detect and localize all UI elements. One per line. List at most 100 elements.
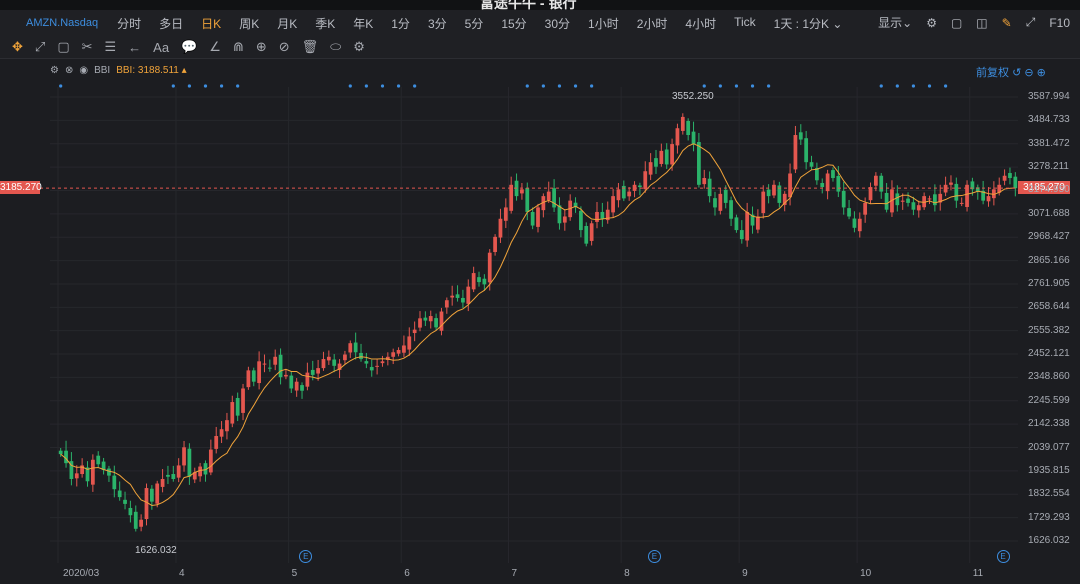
candle-body bbox=[831, 170, 835, 179]
candle-body bbox=[343, 354, 347, 361]
signal-dot bbox=[236, 84, 240, 88]
candle-body bbox=[847, 208, 851, 217]
candle-body bbox=[123, 499, 127, 504]
candle-body bbox=[943, 184, 948, 193]
y-tick-label: 2142.338 bbox=[1028, 418, 1070, 430]
candle-body bbox=[788, 173, 792, 198]
candle-body bbox=[375, 365, 379, 367]
candle-body bbox=[702, 178, 707, 185]
candle-body bbox=[718, 193, 723, 211]
signal-dot bbox=[943, 84, 948, 88]
candle-body bbox=[595, 211, 599, 222]
candle-body bbox=[160, 478, 165, 487]
x-tick-label: 2020/03 bbox=[63, 568, 100, 579]
candle-body bbox=[664, 149, 669, 165]
candle-body bbox=[680, 116, 685, 131]
candle-body bbox=[166, 474, 170, 477]
x-tick-label: 11 bbox=[972, 568, 984, 579]
candle-body bbox=[793, 135, 798, 170]
candle-body bbox=[246, 370, 251, 388]
candle-body bbox=[874, 175, 878, 186]
candle-body bbox=[171, 474, 176, 479]
candle-body bbox=[659, 150, 664, 164]
candle-body bbox=[439, 311, 444, 331]
y-tick-label: 1729.293 bbox=[1028, 511, 1070, 523]
signal-dot bbox=[702, 84, 706, 88]
candle-body bbox=[546, 191, 551, 201]
candle-body bbox=[348, 343, 353, 353]
y-tick-label: 3381.472 bbox=[1028, 137, 1070, 149]
candle-body bbox=[579, 210, 583, 231]
y-tick-label: 3174.950 bbox=[1028, 184, 1070, 196]
candle-body bbox=[423, 317, 428, 321]
signal-dot bbox=[927, 84, 932, 88]
signal-dot bbox=[879, 84, 883, 88]
signal-dot bbox=[590, 84, 594, 88]
earnings-marker-icon[interactable]: E bbox=[996, 550, 1010, 563]
candle-body bbox=[820, 182, 825, 188]
candlestick-chart[interactable] bbox=[0, 0, 1080, 584]
candle-body bbox=[251, 370, 256, 382]
candle-body bbox=[493, 236, 497, 253]
candle-body bbox=[895, 193, 900, 206]
signal-dot bbox=[911, 84, 916, 88]
y-tick-label: 3484.733 bbox=[1028, 114, 1070, 126]
candle-body bbox=[520, 189, 524, 194]
candle-body bbox=[503, 207, 508, 221]
candle-body bbox=[326, 356, 331, 361]
candle-body bbox=[643, 171, 648, 190]
candle-body bbox=[241, 388, 245, 413]
candle-body bbox=[402, 345, 406, 353]
candle-body bbox=[509, 184, 514, 211]
candle-body bbox=[734, 217, 739, 231]
candle-body bbox=[332, 359, 337, 366]
candle-body bbox=[852, 218, 857, 228]
candle-body bbox=[756, 216, 760, 230]
candle-body bbox=[562, 216, 567, 223]
candle-body bbox=[900, 200, 905, 202]
candle-body bbox=[353, 342, 358, 353]
candle-body bbox=[498, 218, 503, 238]
candle-body bbox=[686, 120, 691, 136]
candle-body bbox=[391, 352, 396, 357]
candle-body bbox=[1008, 173, 1012, 179]
signal-dot bbox=[541, 84, 545, 88]
candle-body bbox=[654, 158, 658, 167]
candle-body bbox=[267, 367, 272, 369]
y-tick-label: 3071.688 bbox=[1028, 207, 1070, 219]
candle-body bbox=[176, 465, 181, 478]
candle-body bbox=[128, 507, 133, 516]
candle-body bbox=[471, 273, 476, 290]
candle-body bbox=[117, 490, 122, 498]
signal-dot bbox=[767, 84, 771, 88]
x-tick-label: 7 bbox=[511, 568, 518, 579]
candle-body bbox=[112, 475, 117, 490]
candle-body bbox=[359, 352, 363, 360]
candle-body bbox=[589, 223, 594, 241]
candle-body bbox=[584, 225, 589, 244]
signal-dot bbox=[348, 84, 352, 88]
candle-body bbox=[525, 187, 530, 212]
candle-body bbox=[380, 361, 385, 364]
candle-body bbox=[815, 168, 819, 181]
candle-body bbox=[954, 183, 959, 201]
candle-body bbox=[155, 483, 160, 504]
signal-dot bbox=[895, 84, 899, 88]
candle-body bbox=[310, 369, 315, 375]
y-tick-label: 2452.121 bbox=[1028, 348, 1070, 360]
y-tick-label: 2658.644 bbox=[1028, 301, 1070, 313]
candle-body bbox=[1013, 176, 1018, 189]
candle-body bbox=[616, 189, 621, 201]
earnings-marker-icon[interactable]: E bbox=[647, 550, 661, 563]
candle-body bbox=[986, 196, 991, 202]
candle-body bbox=[482, 278, 487, 285]
candle-body bbox=[90, 459, 95, 485]
y-tick-label: 3587.994 bbox=[1028, 91, 1070, 102]
candle-body bbox=[868, 187, 873, 201]
candle-body bbox=[208, 449, 213, 473]
y-tick-label: 2865.166 bbox=[1028, 254, 1070, 266]
candle-body bbox=[1002, 175, 1007, 181]
y-tick-label: 3278.211 bbox=[1028, 161, 1069, 173]
signal-dot bbox=[396, 84, 401, 88]
candle-body bbox=[761, 191, 766, 214]
